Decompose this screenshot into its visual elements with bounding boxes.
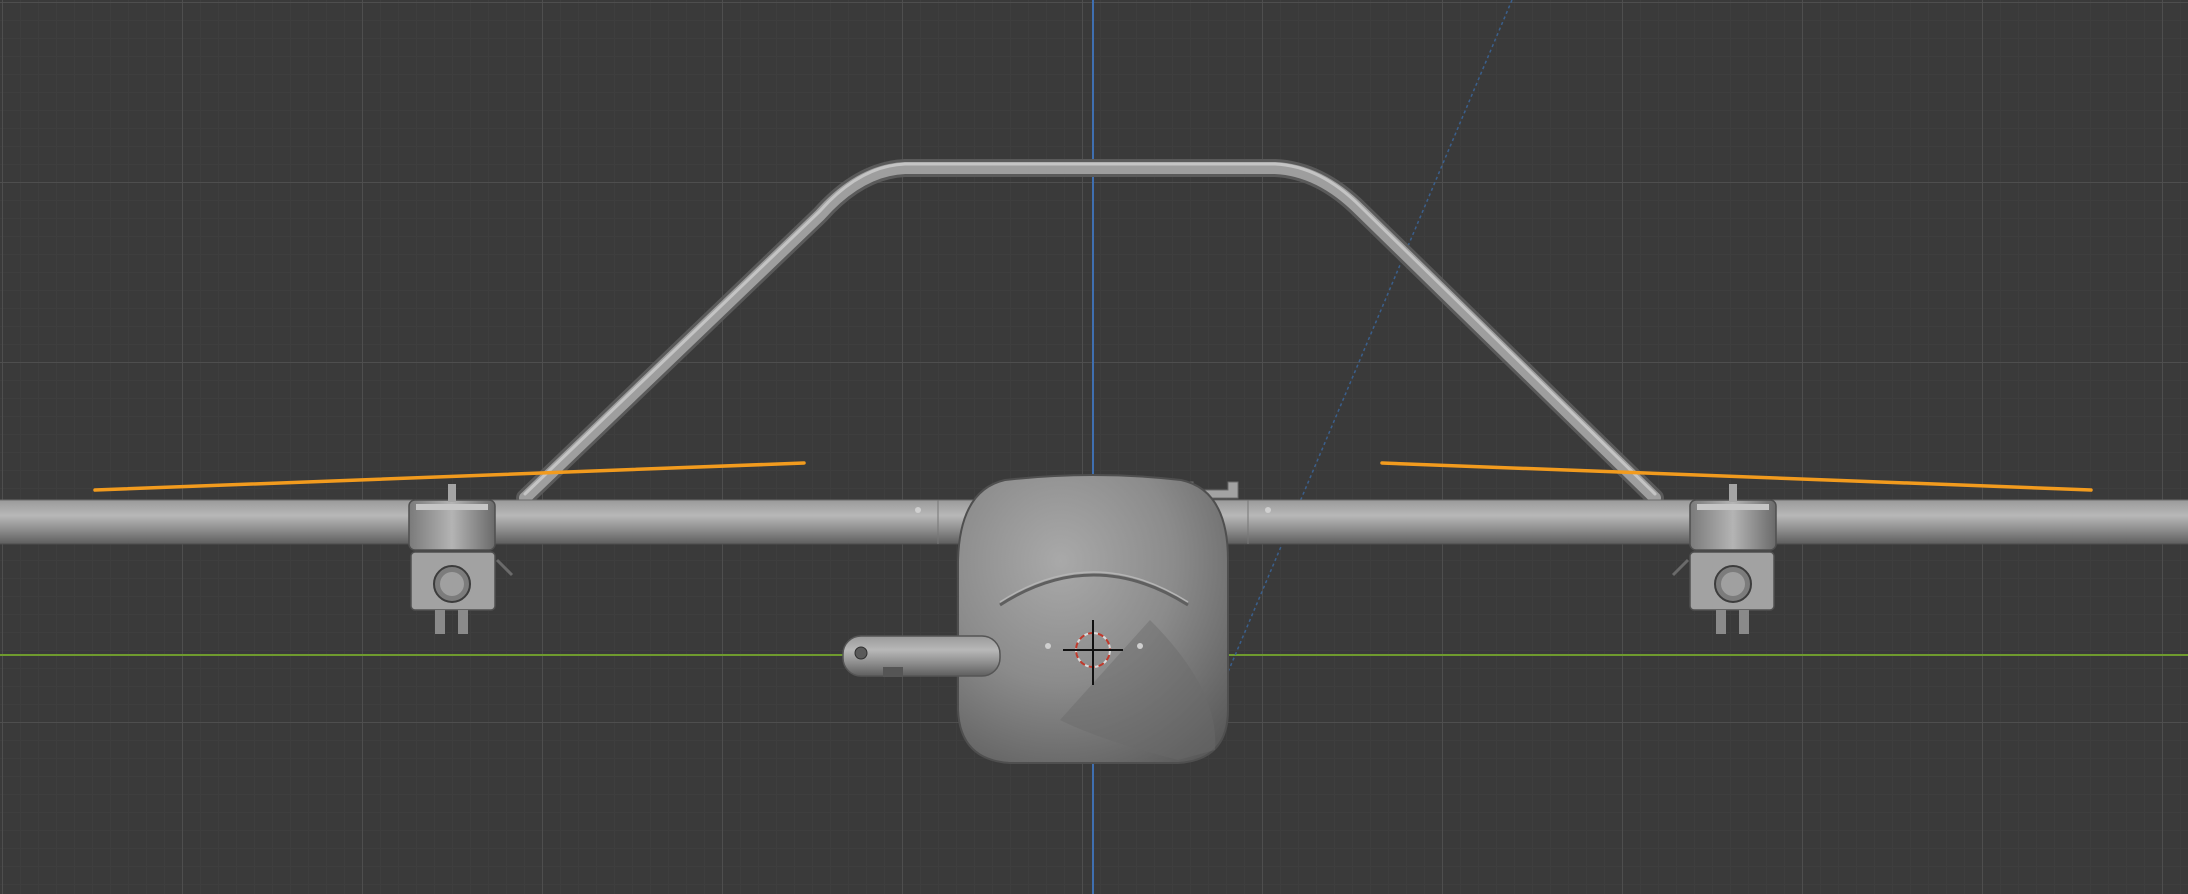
- top-frame[interactable]: [516, 159, 1664, 507]
- camera-view-line: [1227, 0, 1513, 673]
- fuselage[interactable]: [957, 474, 1239, 764]
- camera-mount[interactable]: [842, 635, 1001, 677]
- 3d-viewport[interactable]: [0, 0, 2188, 894]
- scene-canvas[interactable]: [0, 0, 2188, 894]
